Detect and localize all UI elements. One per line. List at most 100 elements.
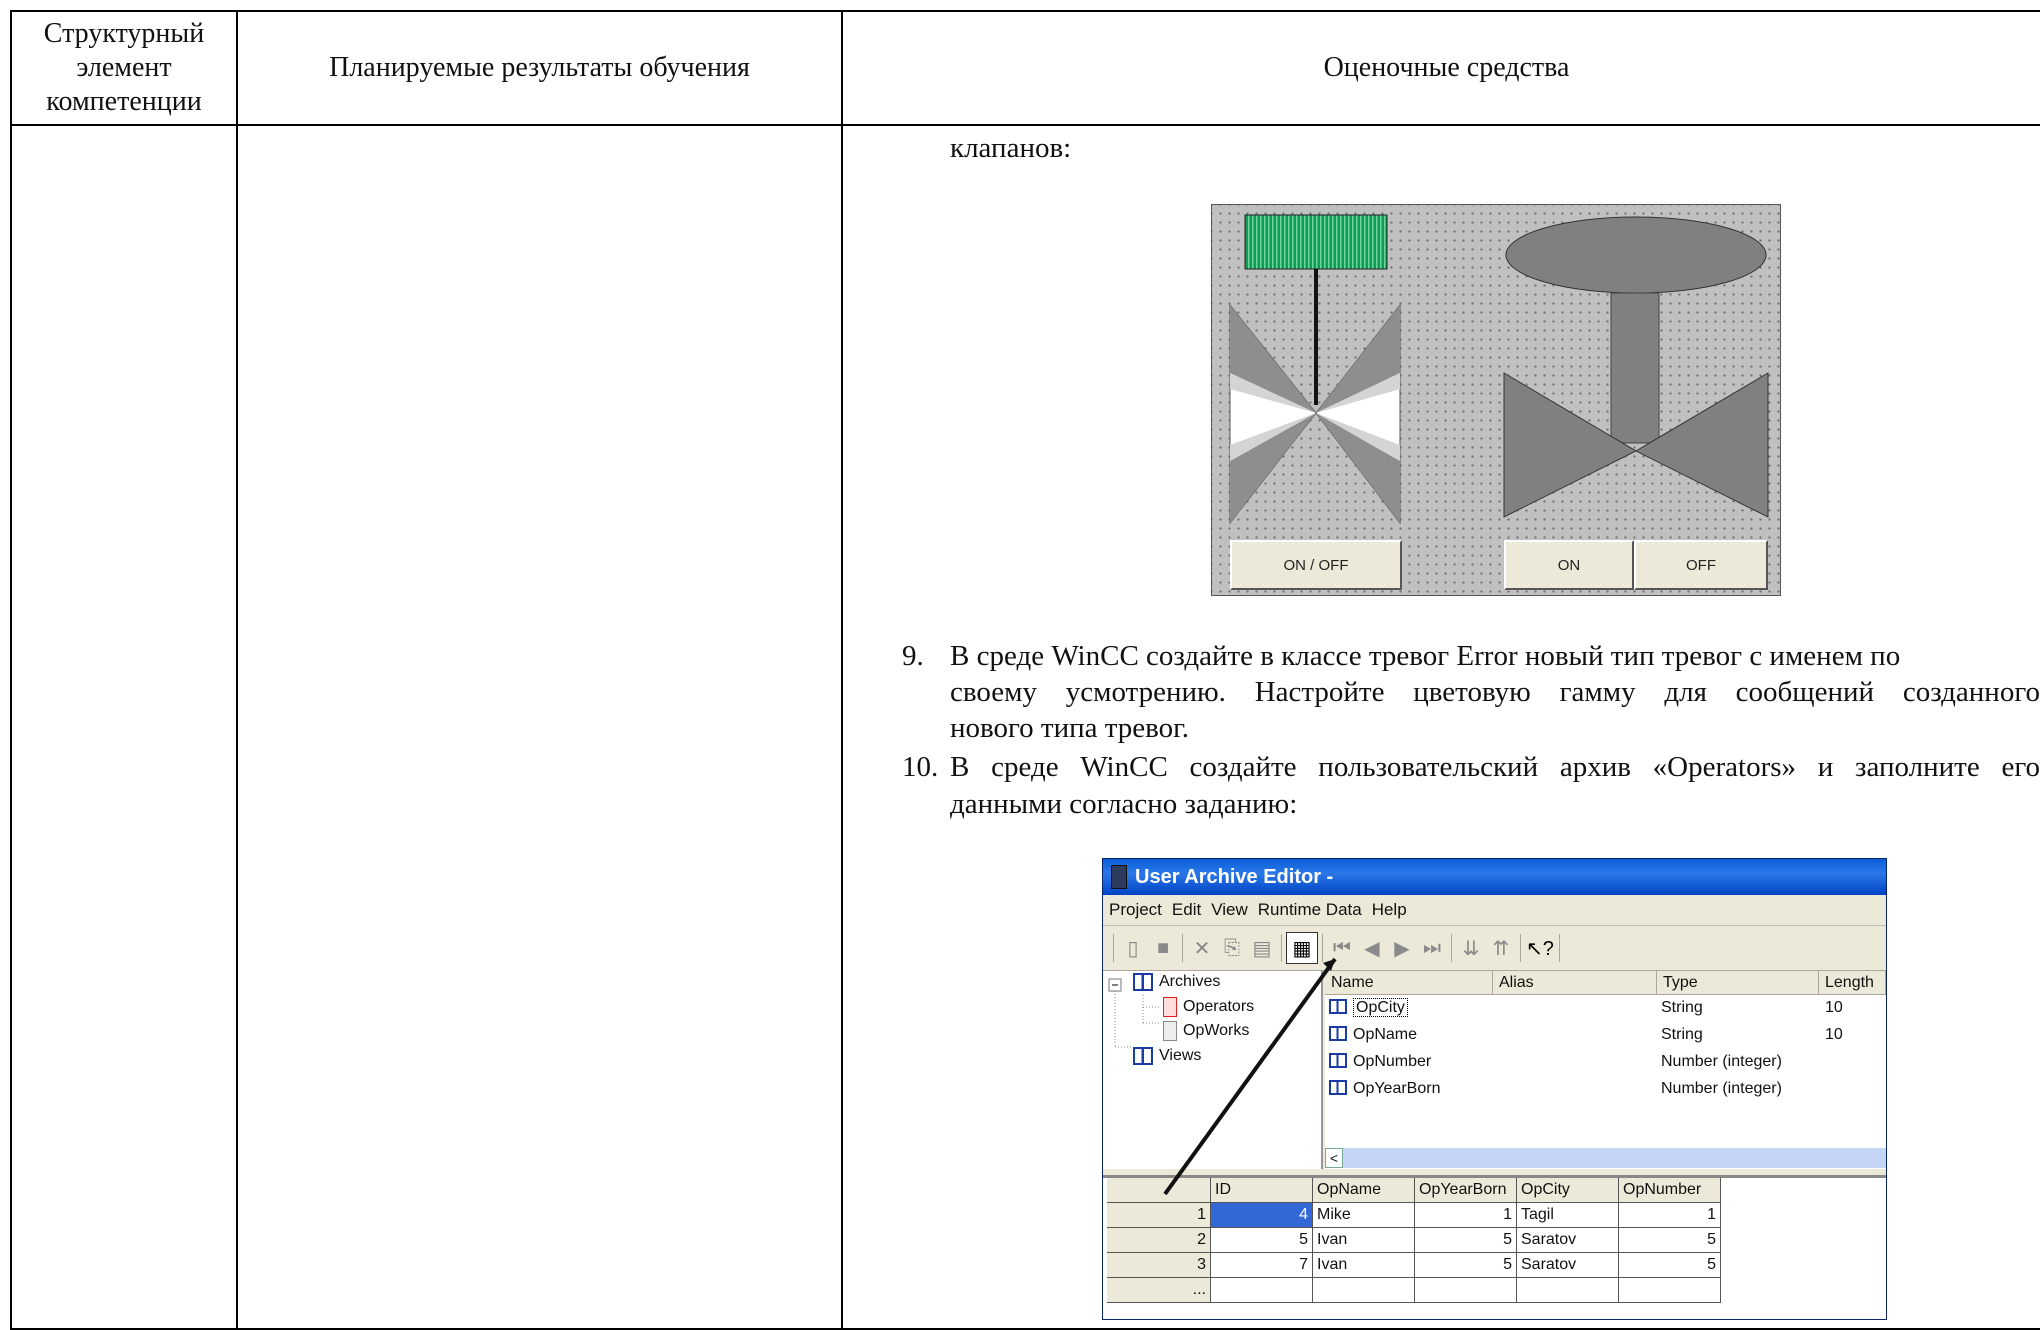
valve-panel-image: ON / OFF ON OFF <box>1211 204 1781 596</box>
task-10-line-1: В среде WinCC создайте пользовательский … <box>950 751 2040 783</box>
field-type: String <box>1661 999 1703 1016</box>
save-icon[interactable]: ■ <box>1148 933 1178 963</box>
settings-icon[interactable]: ▤ <box>1247 933 1277 963</box>
tree-node-opworks[interactable]: OpWorks <box>1163 1021 1249 1041</box>
last-record-icon[interactable]: ⏭ <box>1417 933 1447 963</box>
column-header-length[interactable]: Length <box>1819 971 1886 995</box>
task-10-number: 10. <box>902 751 939 783</box>
table-header-row: Структурный элемент компетенции Планируе… <box>10 10 2040 126</box>
grid-cell-opnumber[interactable]: 5 <box>1619 1228 1721 1253</box>
grid-cell-opyearborn[interactable]: 5 <box>1415 1253 1517 1278</box>
grid-cell-opyearborn[interactable]: 5 <box>1415 1228 1517 1253</box>
menu-edit[interactable]: Edit <box>1172 900 1201 920</box>
task-9-line-1: В среде WinCC создайте в классе тревог E… <box>950 640 1901 672</box>
grid-cell-id[interactable]: 4 <box>1211 1203 1313 1228</box>
body-cell-structural <box>10 124 238 1330</box>
off-button[interactable]: OFF <box>1634 540 1768 590</box>
field-icon <box>1329 1026 1347 1041</box>
fields-list: Name Alias Type Length OpCity String 10 … <box>1325 971 1886 1169</box>
first-record-icon[interactable]: ⏮ <box>1327 933 1357 963</box>
paste-icon[interactable]: ⎘ <box>1217 933 1247 963</box>
grid-cell-empty[interactable] <box>1517 1278 1619 1303</box>
on-button[interactable]: ON <box>1504 540 1634 590</box>
grid-new-row-header[interactable]: ... <box>1107 1278 1211 1303</box>
grid-corner <box>1107 1178 1211 1203</box>
grid-cell-opcity[interactable]: Tagil <box>1517 1203 1619 1228</box>
grid-cell-empty[interactable] <box>1619 1278 1721 1303</box>
menu-bar: Project Edit View Runtime Data Help <box>1103 895 1886 926</box>
field-row[interactable]: OpNumber <box>1329 1053 1431 1071</box>
tree-node-views[interactable]: Views <box>1133 1047 1201 1065</box>
delete-icon[interactable]: ✕ <box>1187 933 1217 963</box>
next-record-icon[interactable]: ▶ <box>1387 933 1417 963</box>
export-icon[interactable]: ⇈ <box>1486 933 1516 963</box>
grid-row-header[interactable]: 1 <box>1107 1203 1211 1228</box>
archive-folder-icon <box>1133 973 1153 991</box>
grid-cell-empty[interactable] <box>1211 1278 1313 1303</box>
grid-cell-opname[interactable]: Ivan <box>1313 1228 1415 1253</box>
column-header-name[interactable]: Name <box>1325 971 1493 995</box>
archive-icon <box>1163 1021 1177 1041</box>
grid-header-id[interactable]: ID <box>1211 1178 1313 1203</box>
task-9-number: 9. <box>902 640 924 672</box>
on-off-button[interactable]: ON / OFF <box>1230 540 1402 590</box>
task-9-line-3: нового типа тревог. <box>950 712 1190 744</box>
field-row[interactable]: OpName <box>1329 1026 1417 1044</box>
field-icon <box>1329 1053 1347 1068</box>
window-title: User Archive Editor - <box>1135 865 1334 888</box>
header-structural-element: Структурный элемент компетенции <box>10 10 238 126</box>
menu-view[interactable]: View <box>1211 900 1248 920</box>
toolbar: ▯ ■ ✕ ⎘ ▤ ▦ ⏮ ◀ ▶ ⏭ ⇊ ⇈ ↖? <box>1103 926 1886 971</box>
grid-header-opcity[interactable]: OpCity <box>1517 1178 1619 1203</box>
horizontal-scrollbar[interactable]: < <box>1325 1148 1886 1168</box>
properties-icon[interactable]: ▯ <box>1118 933 1148 963</box>
help-pointer-icon[interactable]: ↖? <box>1525 933 1555 963</box>
user-archive-editor-window: User Archive Editor - Project Edit View … <box>1102 858 1887 1320</box>
column-header-type[interactable]: Type <box>1657 971 1819 995</box>
grid-cell-opyearborn[interactable]: 1 <box>1415 1203 1517 1228</box>
grid-row-header[interactable]: 3 <box>1107 1253 1211 1278</box>
body-cell-results <box>236 124 843 1330</box>
grid-cell-id[interactable]: 5 <box>1211 1228 1313 1253</box>
grid-row-header[interactable]: 2 <box>1107 1228 1211 1253</box>
views-icon <box>1133 1047 1153 1065</box>
field-row[interactable]: OpCity <box>1329 998 1408 1017</box>
task-10-line-2: данными согласно заданию: <box>950 788 1298 820</box>
menu-project[interactable]: Project <box>1109 900 1162 920</box>
field-type: Number (integer) <box>1661 1053 1782 1070</box>
actuator-stem <box>1610 292 1660 444</box>
grid-header-opyearborn[interactable]: OpYearBorn <box>1415 1178 1517 1203</box>
column-header-alias[interactable]: Alias <box>1493 971 1657 995</box>
actuator-head <box>1505 216 1767 294</box>
field-icon <box>1329 999 1347 1014</box>
tree-node-operators[interactable]: Operators <box>1163 997 1254 1017</box>
field-length: 10 <box>1825 999 1843 1016</box>
grid-header-opnumber[interactable]: OpNumber <box>1619 1178 1721 1203</box>
field-type: Number (integer) <box>1661 1080 1782 1097</box>
table-view-icon[interactable]: ▦ <box>1286 932 1318 964</box>
prev-record-icon[interactable]: ◀ <box>1357 933 1387 963</box>
menu-help[interactable]: Help <box>1372 900 1407 920</box>
archive-icon <box>1163 997 1177 1017</box>
grid-cell-id[interactable]: 7 <box>1211 1253 1313 1278</box>
menu-runtime-data[interactable]: Runtime Data <box>1258 900 1362 920</box>
grid-header-opname[interactable]: OpName <box>1313 1178 1415 1203</box>
field-row[interactable]: OpYearBorn <box>1329 1080 1440 1098</box>
grid-cell-opname[interactable]: Ivan <box>1313 1253 1415 1278</box>
field-type: String <box>1661 1026 1703 1043</box>
valve-indicator <box>1244 214 1388 270</box>
grid-cell-opcity[interactable]: Saratov <box>1517 1253 1619 1278</box>
header-assessment-tools: Оценочные средства <box>841 10 2040 126</box>
grid-cell-empty[interactable] <box>1415 1278 1517 1303</box>
import-icon[interactable]: ⇊ <box>1456 933 1486 963</box>
task-9-line-2: своему усмотрению. Настройте цветовую га… <box>950 676 2040 708</box>
grid-cell-opcity[interactable]: Saratov <box>1517 1228 1619 1253</box>
grid-cell-opnumber[interactable]: 5 <box>1619 1253 1721 1278</box>
tree-node-archives[interactable]: Archives <box>1133 973 1220 991</box>
grid-cell-opnumber[interactable]: 1 <box>1619 1203 1721 1228</box>
archive-tree: Archives Operators OpWorks Views <box>1103 971 1323 1169</box>
grid-cell-empty[interactable] <box>1313 1278 1415 1303</box>
field-length: 10 <box>1825 1026 1843 1043</box>
scroll-left-icon[interactable]: < <box>1325 1148 1343 1168</box>
grid-cell-opname[interactable]: Mike <box>1313 1203 1415 1228</box>
